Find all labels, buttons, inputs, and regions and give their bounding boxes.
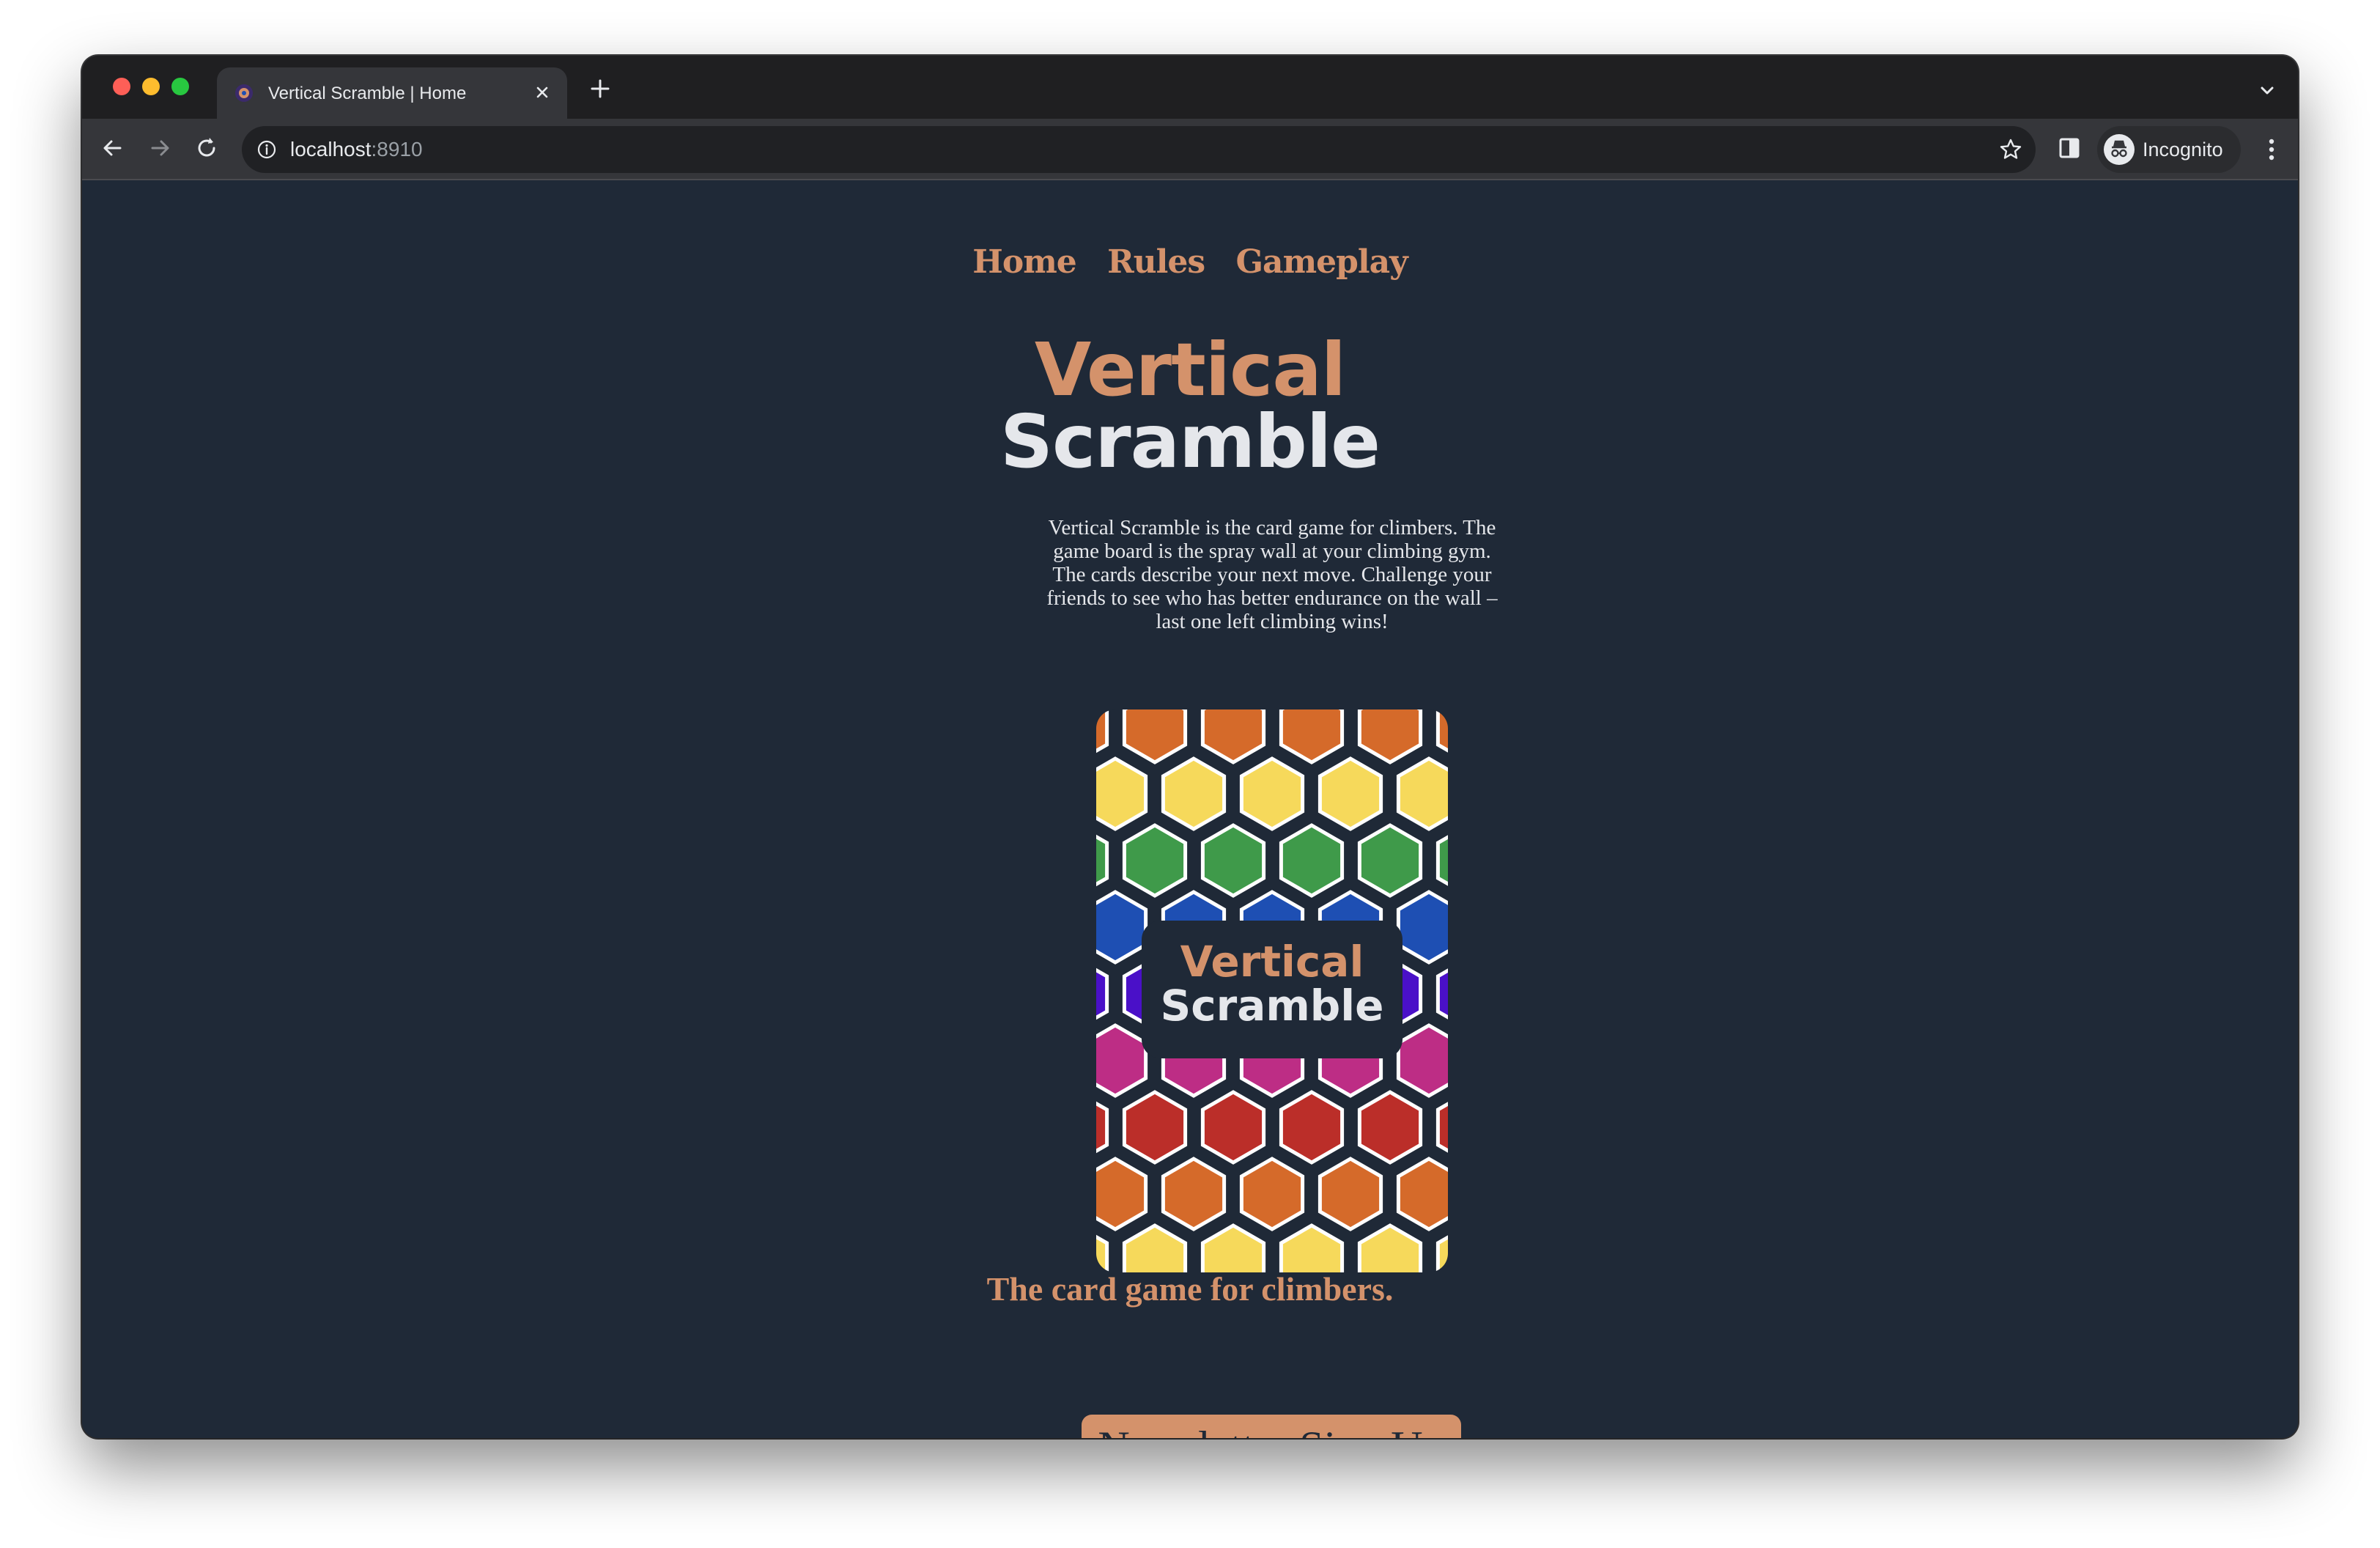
hex-tile xyxy=(1200,823,1266,898)
intro-paragraph: Vertical Scramble is the card game for c… xyxy=(1046,516,1498,633)
nav-home-link[interactable]: Home xyxy=(972,243,1076,281)
hex-tile xyxy=(1318,756,1383,831)
chevron-down-icon[interactable] xyxy=(2257,81,2277,101)
url-text: localhost:8910 xyxy=(290,138,423,161)
hex-tile xyxy=(1200,1090,1266,1165)
close-icon[interactable] xyxy=(531,81,554,104)
card-logo-line2: Scramble xyxy=(1160,981,1383,1031)
hex-tile xyxy=(1357,823,1423,898)
tab-strip: Vertical Scramble | Home xyxy=(82,56,2298,119)
site-nav: Home Rules Gameplay xyxy=(82,243,2298,309)
reload-icon[interactable] xyxy=(192,133,221,163)
back-arrow-icon[interactable] xyxy=(98,133,128,163)
minimize-window-button[interactable] xyxy=(142,78,160,95)
profile-label: Incognito xyxy=(2143,139,2223,161)
profile-button[interactable]: Incognito xyxy=(2097,126,2241,173)
hex-tile xyxy=(1279,823,1345,898)
page-content: Home Rules Gameplay Vertical Scramble Ve… xyxy=(82,180,2298,1438)
hex-tile xyxy=(1357,1090,1423,1165)
hex-tile xyxy=(1318,1157,1383,1231)
card-logo-line1: Vertical xyxy=(1180,937,1364,987)
hex-tile xyxy=(1161,756,1227,831)
nav-rules-link[interactable]: Rules xyxy=(1107,243,1205,281)
info-icon[interactable] xyxy=(256,139,277,160)
tagline: The card game for climbers. xyxy=(986,1270,1394,1308)
page-title: Vertical Scramble xyxy=(82,327,2298,484)
hex-tile xyxy=(1161,1157,1227,1231)
card-illustration: Vertical Scramble xyxy=(1096,710,1448,1272)
hex-tile xyxy=(1239,756,1305,831)
browser-toolbar: localhost:8910 Incognito xyxy=(82,119,2298,180)
close-window-button[interactable] xyxy=(113,78,130,95)
incognito-icon xyxy=(2104,134,2135,165)
tab-title: Vertical Scramble | Home xyxy=(268,84,467,103)
address-bar[interactable]: localhost:8910 xyxy=(242,126,2036,173)
newsletter-signup-button[interactable]: Newsletter Sign Up xyxy=(1082,1415,1461,1438)
site-favicon-icon xyxy=(235,84,253,102)
nav-gameplay-link[interactable]: Gameplay xyxy=(1235,243,1408,281)
tab-active[interactable]: Vertical Scramble | Home xyxy=(217,67,567,119)
more-menu-icon[interactable] xyxy=(2258,135,2285,164)
side-panel-icon[interactable] xyxy=(2056,135,2082,161)
plus-icon[interactable] xyxy=(588,76,613,101)
hex-tile xyxy=(1279,1090,1345,1165)
hex-tile xyxy=(1239,1157,1305,1231)
bookmark-star-icon[interactable] xyxy=(1998,136,2024,163)
hex-tile xyxy=(1122,823,1188,898)
title-line-vertical: Vertical xyxy=(1034,327,1346,413)
hex-tile xyxy=(1122,1090,1188,1165)
maximize-window-button[interactable] xyxy=(171,78,189,95)
title-line-scramble: Scramble xyxy=(1000,399,1381,484)
forward-arrow-icon[interactable] xyxy=(145,133,174,163)
browser-window: Vertical Scramble | Home localhost:8910 … xyxy=(82,56,2298,1438)
